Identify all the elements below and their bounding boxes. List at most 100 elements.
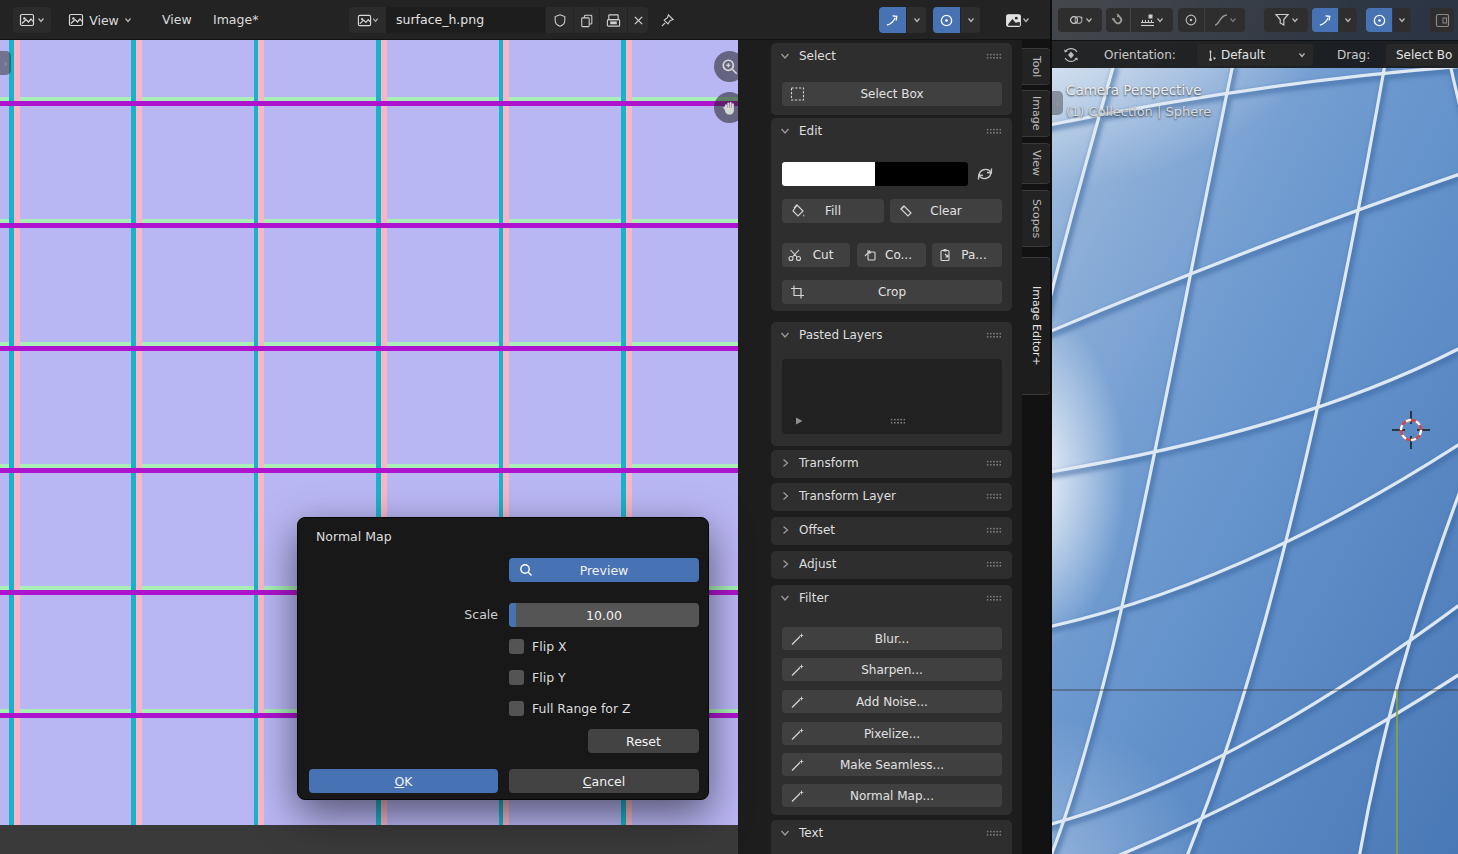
proportional-toggle-blue[interactable] [1366,8,1392,32]
toolbar-expand-arrow[interactable]: › [0,51,11,75]
select-box-button[interactable]: Select Box [782,82,1002,106]
panel-edit: Edit Fill Clear Cut [771,118,1012,311]
fake-user-button[interactable] [546,7,573,33]
panel-grip[interactable] [986,830,1002,837]
proportional-options-dropdown-3d[interactable] [1393,8,1411,32]
hand-icon [722,100,738,116]
panel-grip[interactable] [986,595,1002,602]
dialog-title: Normal Map [316,529,392,544]
tab-image-editor-plus[interactable]: Image Editor+ [1022,257,1051,395]
image-editor-icon [19,12,35,28]
sharpen-button[interactable]: Sharpen... [782,658,1002,681]
snap-options-dropdown-3d[interactable] [1339,8,1357,32]
fill-button[interactable]: Fill [782,199,884,223]
list-grip[interactable] [890,418,906,425]
window-button[interactable] [1430,8,1454,32]
add-noise-button[interactable]: Add Noise... [782,690,1002,713]
editor-type-dropdown[interactable] [13,7,51,33]
panel-select-header[interactable]: Select [771,43,1012,70]
wand-icon [790,726,805,741]
reset-button[interactable]: Reset [588,729,699,753]
snap-with-dropdown[interactable] [1131,8,1173,32]
preview-label: Preview [580,563,629,578]
gizmo-dropdown[interactable] [1058,8,1102,32]
flip-y-checkbox[interactable] [509,670,524,685]
panel-grip[interactable] [986,527,1002,534]
paste-button[interactable]: Pa... [932,243,1002,267]
drag-dropdown[interactable]: Select Bo [1386,44,1458,66]
flip-x-checkbox[interactable] [509,639,524,654]
swap-colors-button[interactable] [974,163,996,189]
snap-magnet-toggle[interactable] [1106,8,1130,32]
chevron-down-icon [913,17,921,23]
viewport-3d[interactable]: Orientation: Default Drag: Select Bo Cam… [1052,0,1458,854]
panel-transform[interactable]: Transform [771,450,1012,478]
chevron-down-icon [967,17,975,23]
pin-button[interactable] [656,7,678,33]
panel-grip[interactable] [986,561,1002,568]
copy-button[interactable]: Co... [857,243,926,267]
sidebar-expand-arrow[interactable]: ‹ [1052,91,1063,115]
tab-scopes[interactable]: Scopes [1022,190,1051,247]
falloff-curve-icon [1214,13,1228,27]
shield-icon [553,13,567,28]
pixelize-button[interactable]: Pixelize... [782,722,1002,745]
proportional-options-dropdown[interactable] [961,7,980,33]
full-range-checkbox[interactable] [509,701,524,716]
cancel-button[interactable]: Cancel [509,769,699,793]
tab-tool[interactable]: Tool [1022,48,1051,85]
scale-slider[interactable]: 10.00 [509,603,699,627]
panel-grip[interactable] [986,332,1002,339]
menu-image[interactable]: Image* [213,0,258,40]
menu-view[interactable]: View [162,0,192,40]
make-seamless-button[interactable]: Make Seamless... [782,753,1002,776]
panel-grip[interactable] [986,493,1002,500]
foreground-color-swatch[interactable] [782,162,875,186]
tab-image[interactable]: Image [1022,90,1051,137]
render-slot-dropdown[interactable] [999,7,1035,33]
wand-icon [790,694,805,709]
unlink-image-button[interactable] [628,7,648,33]
orientation-dropdown[interactable]: Default [1197,44,1313,66]
panel-transform-layer[interactable]: Transform Layer [771,483,1012,511]
pasted-layers-list[interactable] [782,359,1002,434]
normal-map-button[interactable]: Normal Map... [782,784,1002,807]
clear-button[interactable]: Clear [890,199,1002,223]
panel-pasted-layers-header[interactable]: Pasted Layers [771,322,1012,349]
tab-view[interactable]: View [1022,143,1051,184]
panel-filter-header[interactable]: Filter [771,585,1012,612]
cut-button[interactable]: Cut [782,243,850,267]
falloff-dropdown[interactable] [1205,8,1245,32]
browse-image-dropdown[interactable] [349,7,386,33]
new-image-button[interactable] [574,7,599,33]
panel-edit-header[interactable]: Edit [771,118,1012,145]
pack-image-button[interactable] [600,7,627,33]
panel-text[interactable]: Text [771,820,1012,854]
snap-icon [1318,13,1333,28]
snap-toggle-3d[interactable] [1312,8,1338,32]
blur-button[interactable]: Blur... [782,627,1002,650]
image-name-field[interactable]: surface_h.png [386,7,545,33]
panel-filter: Filter Blur... Sharpen... Add Noise... P… [771,585,1012,815]
panel-grip[interactable] [986,460,1002,467]
drag-value: Select Bo [1396,48,1452,62]
visibility-filter-dropdown[interactable] [1264,8,1308,32]
panel-grip[interactable] [986,128,1002,135]
crop-button[interactable]: Crop [782,280,1002,304]
panel-adjust[interactable]: Adjust [771,551,1012,579]
background-color-swatch[interactable] [875,162,968,186]
snap-options-dropdown[interactable] [907,7,926,33]
snap-toggle[interactable] [879,7,906,33]
play-icon[interactable] [794,416,804,426]
panel-offset[interactable]: Offset [771,517,1012,545]
slider-fill [509,603,516,627]
preview-button[interactable]: Preview [509,558,699,582]
display-mode-dropdown[interactable]: View [58,7,142,33]
panel-pasted-layers: Pasted Layers [771,322,1012,446]
proportional-edit-toggle[interactable] [933,7,960,33]
make-seamless-label: Make Seamless... [840,758,944,772]
panel-grip[interactable] [986,53,1002,60]
ok-button[interactable]: OK [309,769,498,793]
proportional-edit-toggle-3d[interactable] [1178,8,1204,32]
pin-icon [660,13,675,28]
